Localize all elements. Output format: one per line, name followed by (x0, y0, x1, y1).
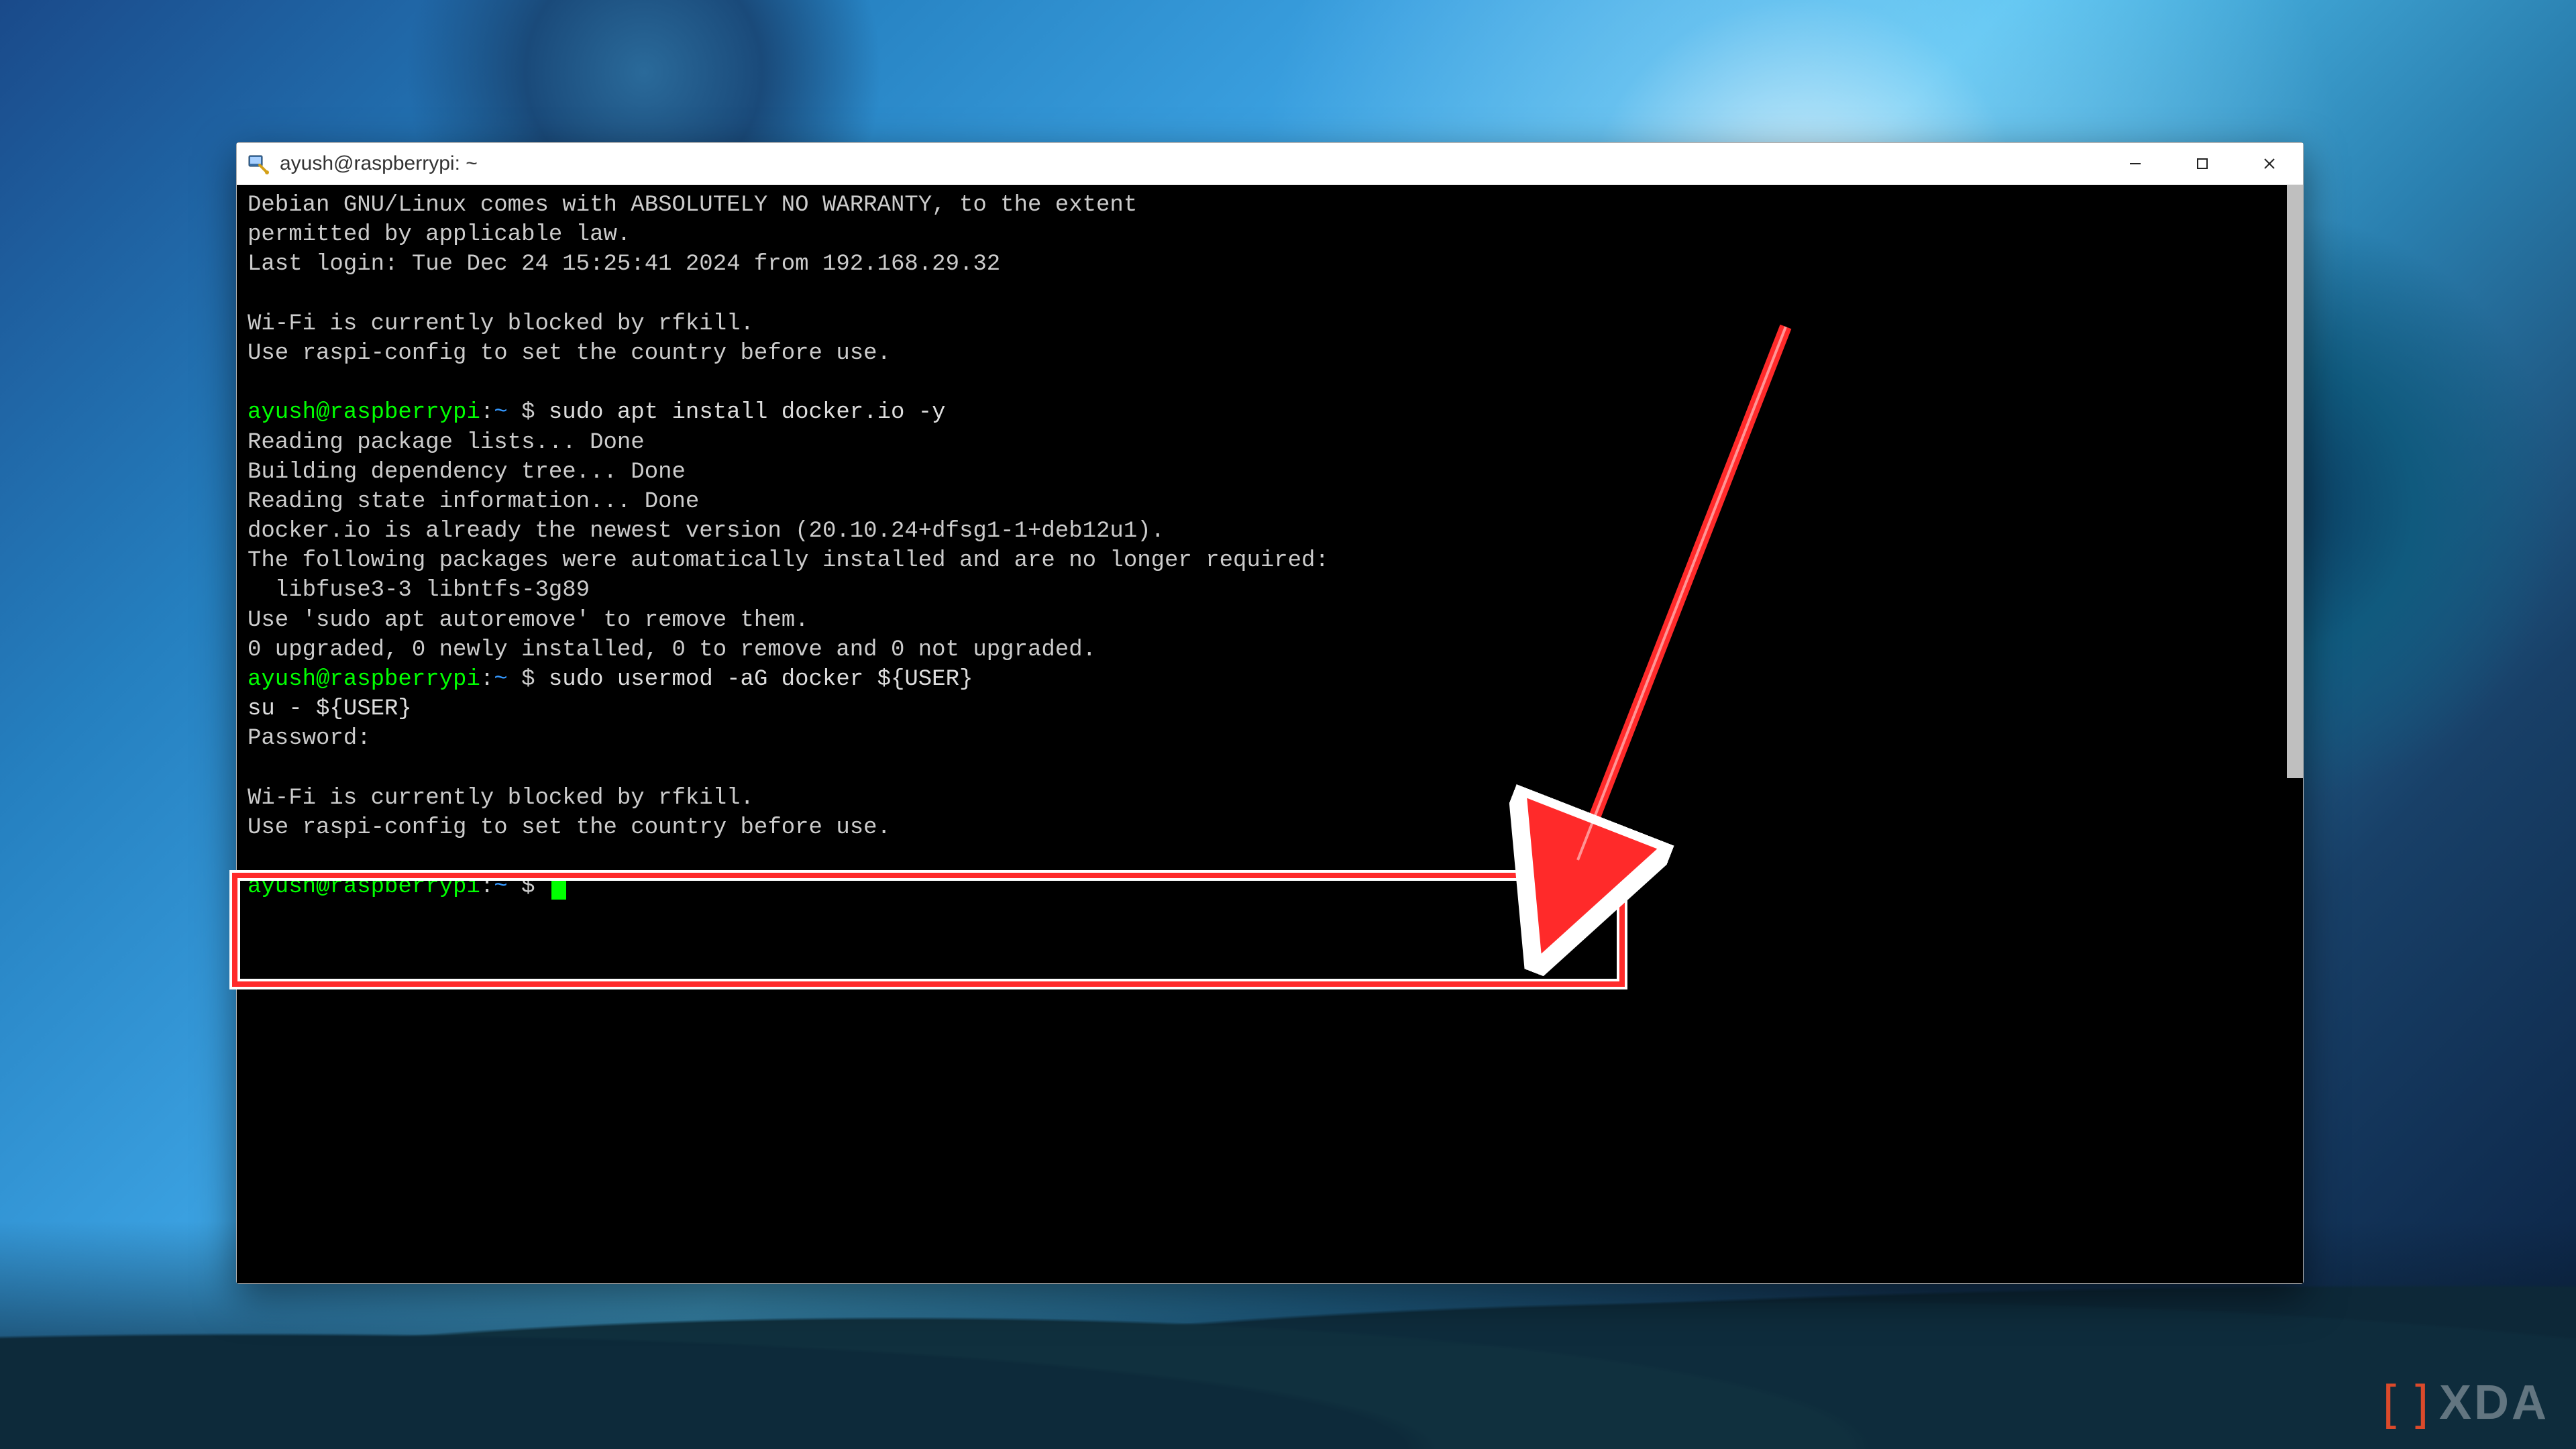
apt-output: libfuse3-3 libntfs-3g89 (248, 578, 590, 603)
apt-output: Use 'sudo apt autoremove' to remove them… (248, 608, 809, 633)
putty-window: ayush@raspberrypi: ~ Debian GNU/Linux co… (236, 142, 2304, 1284)
apt-output: The following packages were automaticall… (248, 548, 1329, 574)
command-2: sudo usermod -aG docker ${USER} (549, 667, 973, 692)
prompt-user: ayush@raspberrypi (248, 874, 480, 900)
minimize-button[interactable] (2102, 143, 2169, 184)
motd-line: permitted by applicable law. (248, 222, 631, 248)
command-3: su - ${USER} (248, 696, 412, 722)
apt-output: Reading package lists... Done (248, 430, 645, 455)
xda-watermark: [ ]XDA (2383, 1375, 2549, 1430)
wifi-warning: Use raspi-config to set the country befo… (248, 341, 891, 366)
wifi-warning: Use raspi-config to set the country befo… (248, 815, 891, 841)
watermark-text: XDA (2439, 1375, 2549, 1430)
close-button[interactable] (2236, 143, 2303, 184)
prompt-path: ~ (494, 874, 507, 900)
wifi-warning: Wi-Fi is currently blocked by rfkill. (248, 311, 754, 337)
window-titlebar[interactable]: ayush@raspberrypi: ~ (237, 143, 2303, 185)
prompt-user: ayush@raspberrypi (248, 400, 480, 425)
apt-output: Reading state information... Done (248, 489, 699, 515)
window-title: ayush@raspberrypi: ~ (280, 152, 478, 175)
wifi-warning: Wi-Fi is currently blocked by rfkill. (248, 786, 754, 811)
apt-output: Building dependency tree... Done (248, 460, 686, 485)
apt-output: 0 upgraded, 0 newly installed, 0 to remo… (248, 637, 1096, 663)
terminal-scrollbar[interactable] (2287, 185, 2303, 778)
motd-line: Debian GNU/Linux comes with ABSOLUTELY N… (248, 193, 1137, 218)
prompt-user: ayush@raspberrypi (248, 667, 480, 692)
terminal-cursor (551, 877, 566, 900)
prompt-path: ~ (494, 400, 507, 425)
last-login-line: Last login: Tue Dec 24 15:25:41 2024 fro… (248, 252, 1000, 277)
terminal-output[interactable]: Debian GNU/Linux comes with ABSOLUTELY N… (237, 185, 2303, 1283)
prompt-path: ~ (494, 667, 507, 692)
password-prompt: Password: (248, 726, 371, 751)
maximize-button[interactable] (2169, 143, 2236, 184)
apt-output: docker.io is already the newest version … (248, 519, 1165, 544)
putty-icon (246, 152, 270, 176)
command-1: sudo apt install docker.io -y (549, 400, 946, 425)
desktop-background: ayush@raspberrypi: ~ Debian GNU/Linux co… (0, 0, 2576, 1449)
